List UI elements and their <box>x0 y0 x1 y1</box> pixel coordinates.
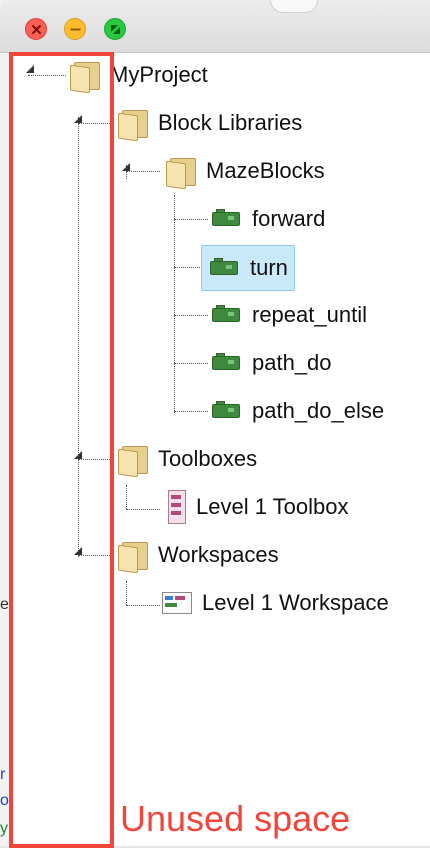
tree-node-label: repeat_until <box>252 302 367 327</box>
block-icon <box>212 401 242 418</box>
tree-connector <box>174 219 208 220</box>
block-icon <box>212 305 242 322</box>
tree-connector <box>126 485 127 509</box>
tree-node-block-libraries[interactable]: Block Libraries <box>118 103 302 143</box>
close-window-button[interactable] <box>25 18 47 40</box>
background-text-fragment: r <box>0 766 6 783</box>
maximize-window-button[interactable] <box>104 18 126 40</box>
tree-connector <box>174 267 200 268</box>
tree-connector <box>174 315 208 316</box>
folder-icon <box>166 156 196 190</box>
tree-connector <box>174 411 208 412</box>
tree-node-label: Level 1 Toolbox <box>196 494 349 519</box>
background-text-fragment: e <box>0 596 9 613</box>
unused-space-highlight <box>9 52 114 848</box>
tree-connector <box>174 363 208 364</box>
minimize-icon <box>70 28 81 31</box>
tree-node-label: Toolboxes <box>158 446 258 471</box>
tree-node-toolboxes[interactable]: Toolboxes <box>118 439 257 479</box>
tree-node-block-path-do[interactable]: path_do <box>212 343 332 383</box>
background-text-fragment: o <box>0 792 9 809</box>
workspace-icon <box>162 592 192 614</box>
background-avatar <box>270 0 318 13</box>
tree-node-label: forward <box>252 206 326 231</box>
window-titlebar <box>0 0 430 53</box>
tree-node-level-1-toolbox[interactable]: Level 1 Toolbox <box>168 487 349 527</box>
block-icon <box>212 353 242 370</box>
tree-node-label: Block Libraries <box>158 110 303 135</box>
tree-node-label: Level 1 Workspace <box>202 590 389 615</box>
tree-node-label: path_do_else <box>252 398 385 423</box>
collapse-toggle-icon[interactable] <box>122 163 130 171</box>
tree-node-label: turn <box>250 255 288 280</box>
tree-node-label: MazeBlocks <box>206 158 325 183</box>
minimize-window-button[interactable] <box>64 18 86 40</box>
toolbox-icon <box>168 490 186 524</box>
close-icon <box>31 24 42 35</box>
tree-node-workspaces[interactable]: Workspaces <box>118 535 279 575</box>
tree-node-label: path_do <box>252 350 332 375</box>
block-icon <box>212 209 242 226</box>
tree-connector <box>126 581 127 605</box>
folder-icon <box>118 540 148 574</box>
tree-node-label: Workspaces <box>158 542 279 567</box>
tree-connector <box>126 509 160 510</box>
tree-node-block-repeat-until[interactable]: repeat_until <box>212 295 367 335</box>
maximize-icon <box>111 25 120 34</box>
block-icon <box>210 258 240 275</box>
folder-icon <box>118 108 148 142</box>
tree-connector <box>174 195 175 413</box>
tree-node-mazeblocks[interactable]: MazeBlocks <box>166 151 325 191</box>
unused-space-annotation: Unused space <box>120 798 351 839</box>
folder-icon <box>118 444 148 478</box>
tree-connector <box>126 171 160 172</box>
tree-connector <box>126 605 160 606</box>
tree-node-block-forward[interactable]: forward <box>212 199 325 239</box>
tree-node-block-path-do-else[interactable]: path_do_else <box>212 391 384 431</box>
tree-node-level-1-workspace[interactable]: Level 1 Workspace <box>162 583 389 623</box>
tree-node-block-turn[interactable]: turn <box>201 245 295 291</box>
tree-node-label: MyProject <box>110 62 208 87</box>
background-text-fragment: y <box>0 820 8 837</box>
